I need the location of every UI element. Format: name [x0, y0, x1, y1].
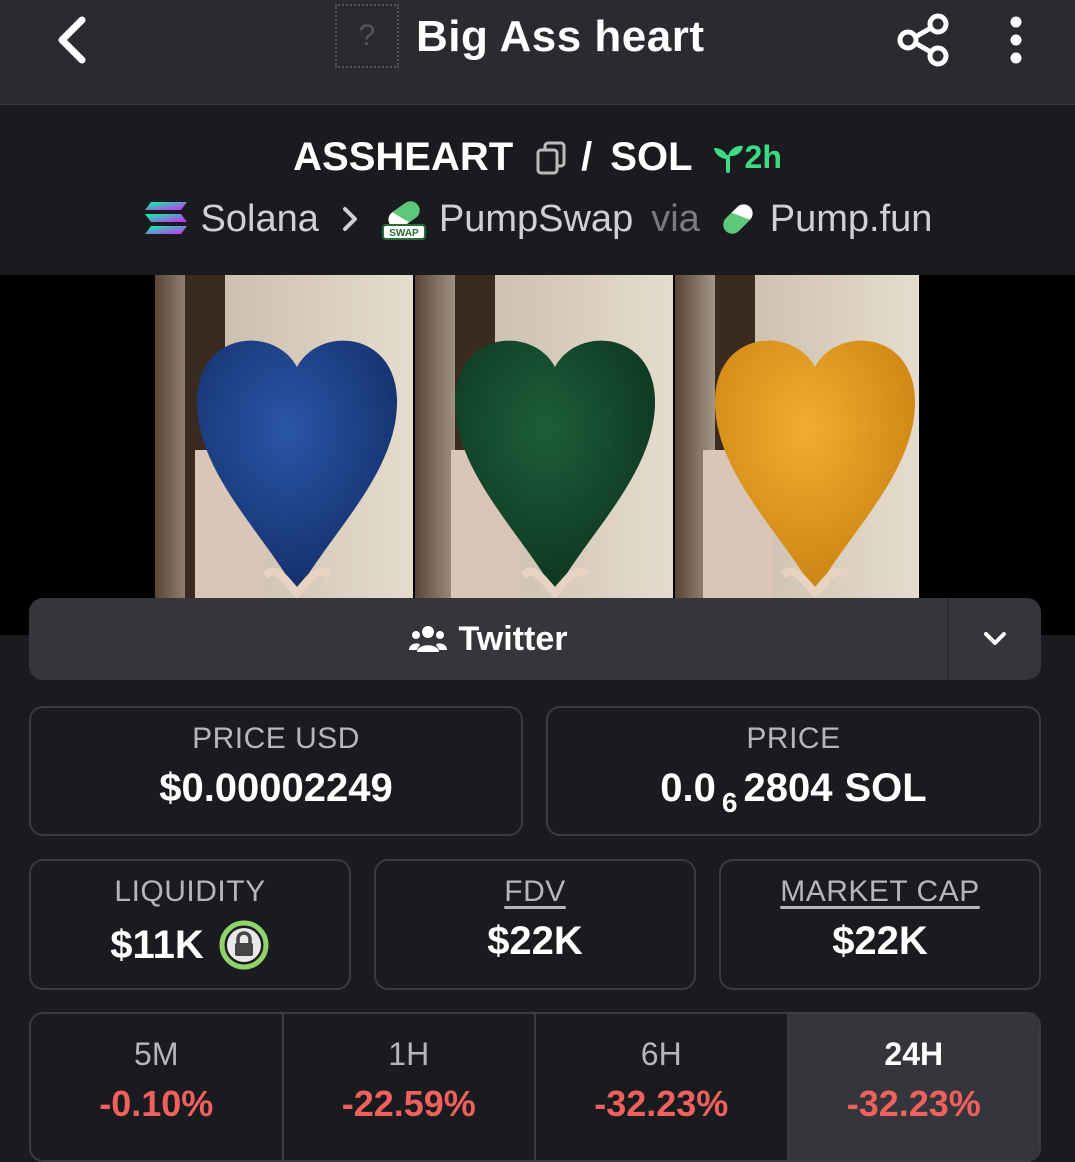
copy-icon	[536, 141, 566, 174]
more-vertical-icon	[1010, 16, 1022, 64]
quote-symbol: SOL	[610, 135, 693, 179]
tab-change: -22.59%	[341, 1083, 476, 1124]
share-button[interactable]	[894, 10, 952, 70]
lock-icon	[219, 920, 269, 970]
tab-label: 24H	[884, 1036, 944, 1072]
solana-icon	[144, 202, 187, 234]
liquidity-value: $11K	[110, 922, 204, 967]
tab-change: -32.23%	[594, 1083, 729, 1124]
base-symbol: ASSHEART	[293, 135, 514, 179]
chevron-left-icon	[58, 16, 86, 64]
price-native-value: 0.0 6 2804 SOL	[660, 766, 927, 818]
price-usd-card: PRICE USD $0.00002249	[29, 706, 523, 836]
pumpswap-icon: SWAP	[381, 197, 427, 241]
price-usd-label: PRICE USD	[192, 722, 360, 755]
tab-label: 6H	[640, 1036, 682, 1072]
twitter-button[interactable]: Twitter	[29, 598, 947, 680]
liquidity-value-row: $11K	[110, 919, 269, 971]
via-label: via	[651, 197, 700, 240]
dex-link[interactable]: PumpSwap	[439, 198, 633, 241]
banner-image	[155, 275, 919, 598]
pair-header: ASSHEART / SOL 2h Solana SWAP PumpSwap v…	[0, 105, 1075, 275]
tab-1h[interactable]: 1H -22.59%	[284, 1014, 536, 1160]
tab-24h[interactable]: 24H -32.23%	[788, 1014, 1039, 1160]
market-cap-label[interactable]: MARKET CAP	[780, 875, 980, 909]
pair-age: 2h	[711, 139, 782, 176]
market-cap-value: $22K	[832, 919, 928, 963]
token-image-placeholder: ?	[335, 4, 399, 68]
chevron-right-icon	[339, 204, 361, 234]
fdv-value: $22K	[487, 919, 583, 963]
fdv-label[interactable]: FDV	[504, 875, 566, 909]
liquidity-label: LIQUIDITY	[114, 875, 266, 908]
token-banner	[0, 275, 1075, 635]
social-dropdown-button[interactable]	[947, 598, 1041, 680]
pump-fun-icon	[718, 199, 758, 239]
svg-text:SWAP: SWAP	[389, 228, 419, 239]
lock-button[interactable]	[218, 919, 270, 971]
copy-button[interactable]	[535, 140, 567, 176]
tab-label: 1H	[388, 1036, 430, 1072]
tab-change: -0.10%	[99, 1083, 214, 1124]
timeframe-tabs: 5M -0.10% 1H -22.59% 6H -32.23% 24H -32.…	[29, 1012, 1041, 1162]
tab-label: 5M	[134, 1036, 179, 1072]
zero-count: 6	[721, 786, 738, 818]
launchpad-link[interactable]: Pump.fun	[770, 198, 933, 241]
fdv-card[interactable]: FDV $22K	[374, 859, 696, 990]
tab-change: -32.23%	[846, 1083, 981, 1124]
twitter-label: Twitter	[458, 619, 568, 658]
pair-separator: /	[581, 135, 593, 179]
price-native-label: PRICE	[746, 722, 841, 755]
market-cap-card[interactable]: MARKET CAP $22K	[719, 859, 1041, 990]
tab-6h[interactable]: 6H -32.23%	[536, 1014, 789, 1160]
tab-5m[interactable]: 5M -0.10%	[31, 1014, 284, 1160]
users-icon	[408, 626, 447, 652]
chevron-down-icon	[984, 632, 1006, 645]
pair-name: ASSHEART / SOL 2h	[0, 135, 1075, 180]
price-native-card: PRICE 0.0 6 2804 SOL	[546, 706, 1041, 836]
more-options-button[interactable]	[996, 10, 1036, 70]
share-icon	[897, 13, 949, 67]
chain-path: Solana SWAP PumpSwap via Pump.fun	[0, 197, 1075, 241]
page-title: Big Ass heart	[416, 12, 705, 61]
sprout-icon	[713, 145, 743, 173]
liquidity-card: LIQUIDITY $11K	[29, 859, 351, 990]
social-links-bar: Twitter	[29, 598, 1041, 680]
top-bar: ? Big Ass heart	[0, 0, 1075, 105]
price-usd-value: $0.00002249	[159, 766, 393, 810]
back-button[interactable]	[44, 10, 100, 70]
chain-link[interactable]: Solana	[201, 198, 319, 241]
